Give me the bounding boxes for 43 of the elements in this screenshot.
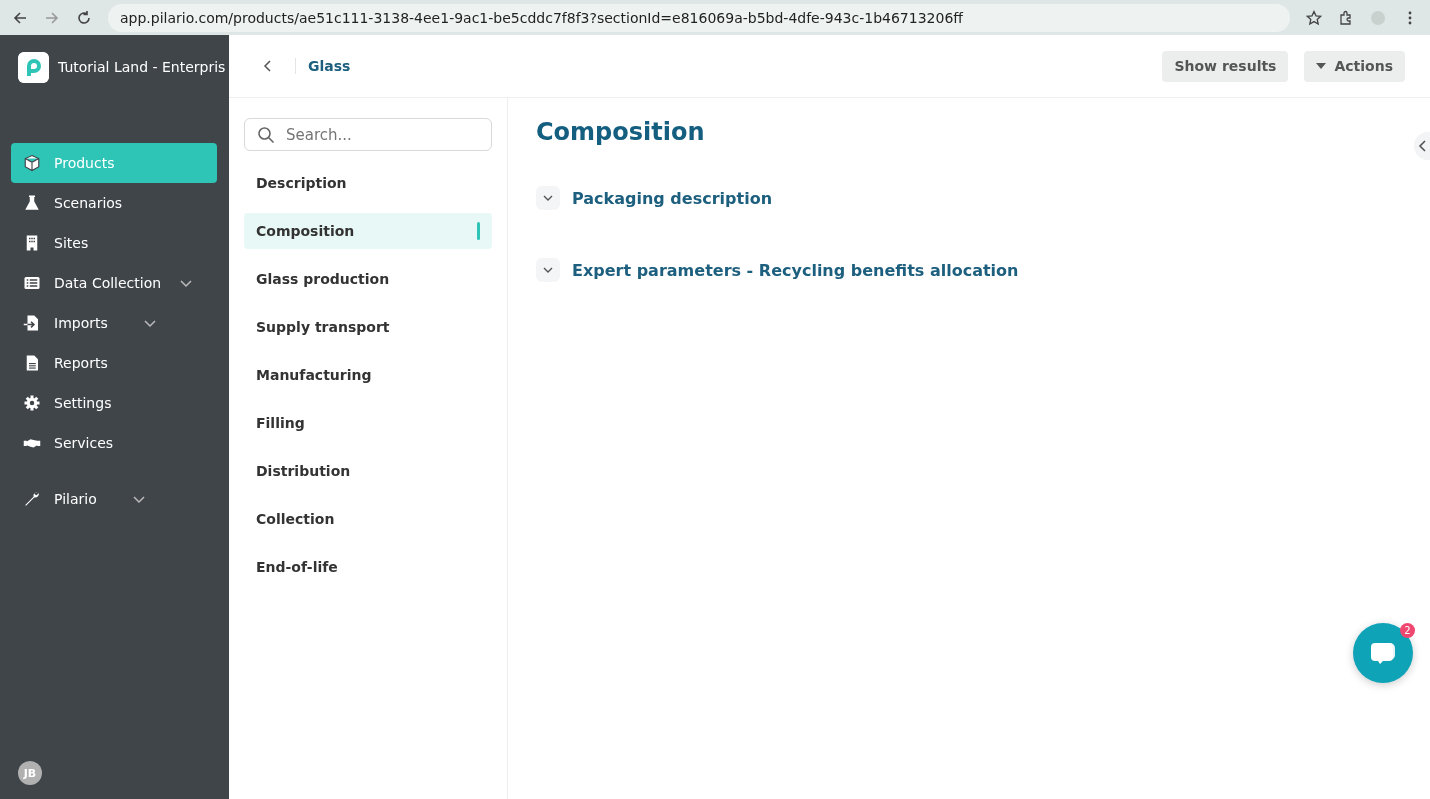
organization-name: Tutorial Land - Enterpris (58, 59, 226, 75)
sidebar-nav-item[interactable]: Data Collection (11, 263, 217, 303)
actions-dropdown-button[interactable]: Actions (1304, 50, 1405, 82)
section-nav-item[interactable]: Filling (244, 405, 492, 441)
accordion-header[interactable]: Expert parameters - Recycling benefits allocation (536, 258, 1402, 282)
address-bar[interactable]: app.pilario.com/products/ae51c111-3138-4ee1-9ac1-be5cddc7f8f3?sectionId=e816069a-b5bd-4dfe-943c-1b46713206ff (108, 3, 1290, 32)
nav-icon (23, 394, 41, 412)
section-nav-item[interactable]: Supply transport (244, 309, 492, 345)
sidebar-nav-item[interactable]: Sites (11, 223, 217, 263)
nav-icon (23, 154, 41, 172)
nav-icon (23, 314, 41, 332)
section-title: Composition (536, 118, 706, 146)
search-field[interactable]: Search... (244, 118, 492, 151)
section-nav-item[interactable]: Composition (244, 213, 492, 249)
nav-icon (23, 194, 41, 212)
sidebar-nav-item[interactable]: Scenarios (11, 183, 217, 223)
sidebar-nav-item[interactable]: Reports (11, 343, 217, 383)
chevron-left-icon (1417, 139, 1427, 153)
nav-icon (23, 274, 41, 292)
section-nav-item[interactable]: End-of-life (244, 549, 492, 585)
nav-icon (23, 490, 41, 508)
active-indicator (477, 222, 480, 240)
section-nav-item[interactable]: Description (244, 165, 492, 201)
show-results-button[interactable]: Show results (1162, 50, 1289, 82)
caret-icon (1316, 63, 1327, 69)
sidebar-nav-item[interactable]: Services (11, 423, 217, 463)
breadcrumb-link[interactable]: Glass (295, 58, 351, 74)
section-nav-item[interactable]: Glass production (244, 261, 492, 297)
reload-icon[interactable] (76, 9, 92, 26)
app-logo-icon (18, 51, 49, 83)
star-icon[interactable] (1306, 9, 1322, 26)
sidebar-nav-item[interactable]: Pilario (11, 479, 217, 519)
section-nav-item[interactable]: Distribution (244, 453, 492, 489)
sidebar-nav-item[interactable]: Imports (11, 303, 217, 343)
back-arrow-icon[interactable] (12, 9, 28, 26)
collapse-panel-button[interactable] (1414, 132, 1430, 160)
extensions-icon[interactable] (1338, 9, 1354, 26)
sidebar-nav-item[interactable]: Settings (11, 383, 217, 423)
section-nav-item[interactable]: Manufacturing (244, 357, 492, 393)
notification-badge: 2 (1400, 623, 1415, 638)
chat-button[interactable]: 2 (1353, 623, 1413, 683)
accordion-header[interactable]: Packaging description (536, 186, 1402, 210)
section-nav-item[interactable]: Collection (244, 501, 492, 537)
